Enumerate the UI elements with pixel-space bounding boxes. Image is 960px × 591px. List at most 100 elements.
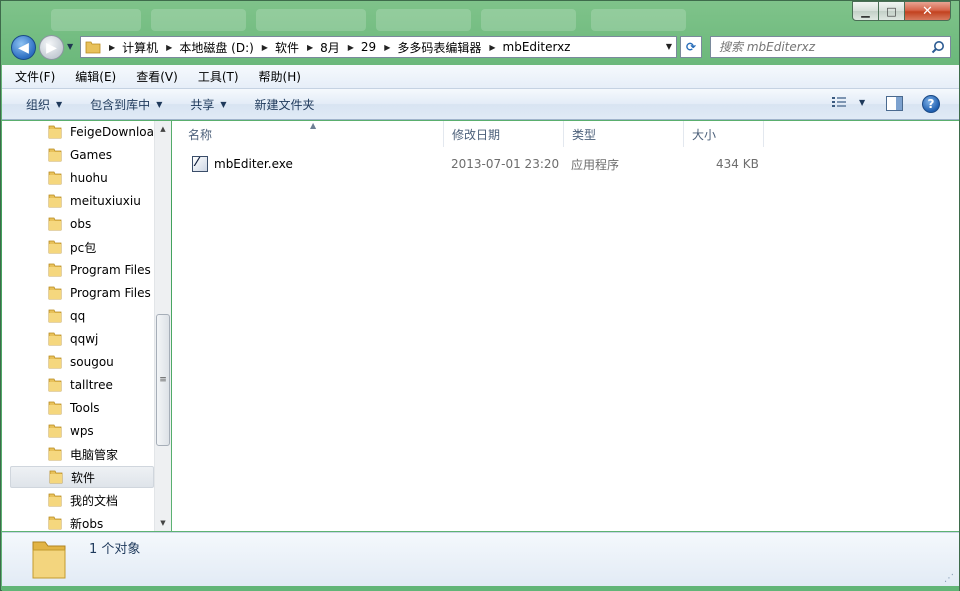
nav-tree-item[interactable]: talltree <box>10 374 154 396</box>
nav-tree-item[interactable]: sougou <box>10 351 154 373</box>
recent-pages-dropdown-icon[interactable]: ▼ <box>67 42 73 51</box>
change-view-button[interactable]: ▼ <box>831 96 865 108</box>
nav-tree-item-label: Program Files <box>70 286 151 300</box>
include-in-library-label: 包含到库中 <box>90 97 151 112</box>
minimize-button[interactable]: ▁ <box>852 1 879 21</box>
folder-icon <box>48 194 62 208</box>
preview-pane-button[interactable] <box>886 96 903 111</box>
chevron-down-icon: ▼ <box>56 99 63 109</box>
nav-tree-item[interactable]: meituxiuxiu <box>10 190 154 212</box>
breadcrumb-local-disk[interactable]: 本地磁盘 (D:) ▶ <box>179 39 275 56</box>
resize-grip-icon[interactable]: ⋰ <box>944 573 954 584</box>
nav-tree-item-label: 电脑管家 <box>70 447 119 462</box>
new-folder-button[interactable]: 新建文件夹 <box>255 96 315 113</box>
column-header-size[interactable]: 大小 <box>684 121 764 147</box>
caption-ghost <box>51 9 141 31</box>
forward-button[interactable]: ▶ <box>39 35 64 60</box>
nav-tree-item[interactable]: Tools <box>10 397 154 419</box>
nav-tree-item[interactable]: 软件 <box>10 466 154 488</box>
folder-icon <box>48 263 62 277</box>
menu-view[interactable]: 查看(V) <box>133 66 181 87</box>
breadcrumb-root-arrow[interactable]: ▶ <box>101 43 122 52</box>
file-row[interactable]: mbEditer.exe 2013-07-01 23:20 应用程序 434 K… <box>184 153 764 175</box>
folder-icon <box>48 332 62 346</box>
maximize-button[interactable]: □ <box>879 1 905 21</box>
folder-icon <box>48 378 62 392</box>
chevron-down-icon: ▼ <box>220 99 227 109</box>
folder-icon <box>48 516 62 530</box>
column-header-type[interactable]: 类型 <box>564 121 684 147</box>
help-button[interactable]: ? <box>922 95 940 113</box>
menu-tools[interactable]: 工具(T) <box>195 66 242 87</box>
back-button[interactable]: ◀ <box>11 35 36 60</box>
nav-tree-item-label: Games <box>70 148 112 162</box>
nav-tree-item-label: sougou <box>70 355 114 369</box>
caption-ghost <box>481 9 576 31</box>
breadcrumb-current[interactable]: mbEditerxz <box>503 40 571 54</box>
folder-icon <box>48 286 62 300</box>
caption-ghost <box>256 9 366 31</box>
nav-tree-item[interactable]: 我的文档 <box>10 489 154 511</box>
folder-icon <box>48 125 62 139</box>
sort-ascending-icon: ▲ <box>310 121 317 130</box>
scroll-thumb[interactable]: ≡ <box>156 314 170 446</box>
nav-tree-item[interactable]: pc包 <box>10 236 154 258</box>
search-box[interactable] <box>710 36 951 58</box>
column-header-modified[interactable]: 修改日期 <box>444 121 564 147</box>
folder-icon <box>48 401 62 415</box>
navigation-pane: FeigeDownloa Games huohu meituxiuxiu obs pc包 P… <box>2 121 171 531</box>
menu-file[interactable]: 文件(F) <box>12 66 58 87</box>
nav-tree-item[interactable]: Program Files <box>10 259 154 281</box>
folder-icon <box>48 240 62 254</box>
nav-tree-item-label: Program Files <box>70 263 151 277</box>
address-bar[interactable]: ▶ 计算机 ▶ 本地磁盘 (D:) ▶ 软件 ▶ 8月 ▶ 29 ▶ 多多码表编辑器 ▶ m… <box>80 36 677 58</box>
breadcrumb-computer[interactable]: 计算机 ▶ <box>122 39 179 56</box>
nav-tree-item[interactable]: 电脑管家 <box>10 443 154 465</box>
chevron-down-icon: ▼ <box>156 99 163 109</box>
nav-tree-item[interactable]: FeigeDownloa <box>10 121 154 143</box>
breadcrumb-august[interactable]: 8月 ▶ <box>320 39 361 56</box>
nav-tree-item[interactable]: Program Files <box>10 282 154 304</box>
view-list-icon <box>832 97 846 107</box>
breadcrumb-label: 8月 <box>320 40 340 55</box>
nav-tree-item[interactable]: qq <box>10 305 154 327</box>
breadcrumb-label: 本地磁盘 (D:) <box>179 40 254 55</box>
caption-buttons: ▁ □ ✕ <box>852 1 951 21</box>
folder-icon <box>48 493 62 507</box>
breadcrumb-label: 29 <box>360 40 377 54</box>
nav-tree-item[interactable]: Games <box>10 144 154 166</box>
nav-tree-item[interactable]: huohu <box>10 167 154 189</box>
nav-tree-item[interactable]: obs <box>10 213 154 235</box>
breadcrumb-software[interactable]: 软件 ▶ <box>275 39 320 56</box>
menu-edit[interactable]: 编辑(E) <box>72 66 119 87</box>
nav-tree-item[interactable]: qqwj <box>10 328 154 350</box>
breadcrumb-29[interactable]: 29 ▶ <box>361 40 397 54</box>
close-button[interactable]: ✕ <box>905 1 951 21</box>
address-dropdown-icon[interactable]: ▼ <box>666 42 672 51</box>
nav-tree-item-label: 我的文档 <box>70 493 119 508</box>
nav-tree-item[interactable]: wps <box>10 420 154 442</box>
navigation-scrollbar[interactable]: ▲ ≡ ▼ <box>154 121 171 531</box>
nav-tree-item-label: talltree <box>70 378 113 392</box>
scroll-down-icon[interactable]: ▼ <box>155 515 171 531</box>
caption-ghost <box>376 9 471 31</box>
share-button[interactable]: 共享 ▼ <box>190 96 226 113</box>
breadcrumb-editor-folder[interactable]: 多多码表编辑器 ▶ <box>397 39 502 56</box>
chevron-down-icon: ▼ <box>859 97 866 107</box>
nav-tree-item[interactable]: 新obs <box>10 512 154 531</box>
include-in-library-button[interactable]: 包含到库中 ▼ <box>90 96 162 113</box>
search-input[interactable] <box>711 40 921 54</box>
folder-icon <box>48 447 62 461</box>
organize-button[interactable]: 组织 ▼ <box>26 96 62 113</box>
breadcrumb-label: mbEditerxz <box>502 40 571 54</box>
folder-icon <box>48 148 62 162</box>
nav-tree-item-label: qq <box>70 309 86 323</box>
refresh-button[interactable]: ⟳ <box>680 36 702 58</box>
caption-ghost <box>151 9 246 31</box>
explorer-window: ▁ □ ✕ ◀ ▶ ▼ ▶ 计算机 ▶ 本地磁盘 (D:) ▶ 软件 ▶ 8月 ▶ 29… <box>0 0 960 591</box>
scroll-up-icon[interactable]: ▲ <box>155 121 171 137</box>
nav-tree-item-label: pc包 <box>70 240 97 255</box>
search-icon[interactable] <box>931 40 945 54</box>
file-type: 应用程序 <box>571 157 620 172</box>
menu-help[interactable]: 帮助(H) <box>256 66 304 87</box>
